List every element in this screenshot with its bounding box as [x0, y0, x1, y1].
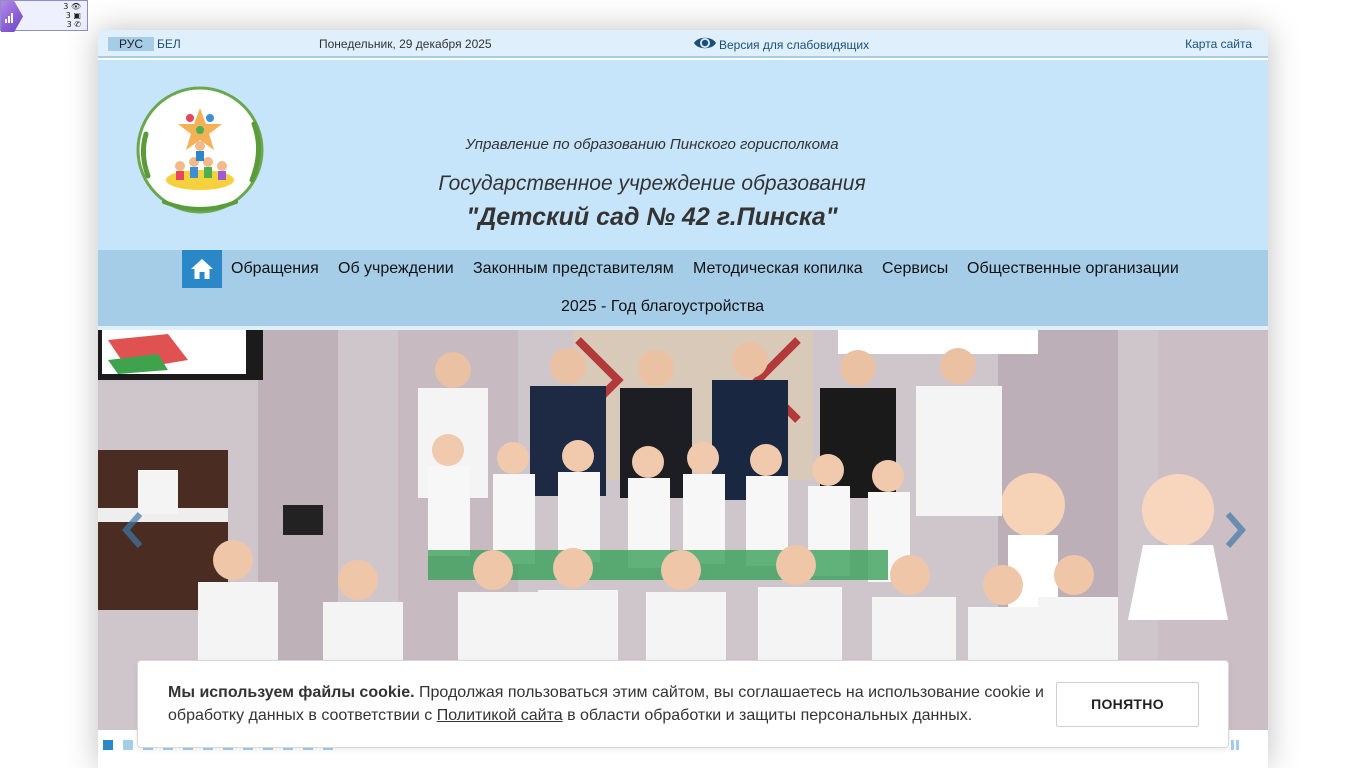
nav-item-services[interactable]: Сервисы [882, 250, 948, 288]
home-icon [191, 259, 213, 279]
slider-prev-arrow-icon[interactable] [118, 510, 148, 550]
current-date: Понедельник, 29 декабря 2025 [319, 37, 492, 51]
pause-icon[interactable] [1231, 740, 1241, 750]
bar-chart-icon [5, 13, 15, 23]
cookie-banner: Мы используем файлы cookie. Продолжая по… [137, 660, 1229, 748]
slider-next-arrow-icon[interactable] [1220, 510, 1250, 550]
slider-dot[interactable] [123, 740, 133, 750]
nav-item-year[interactable]: 2025 - Год благоустройства [561, 288, 764, 326]
sitemap-link[interactable]: Карта сайта [1185, 37, 1252, 51]
privacy-policy-link[interactable]: Политикой сайта [437, 707, 563, 724]
visitor-counter[interactable]: 3 👁 3 ▣ 3 ✆ [0, 0, 88, 32]
nav-item-public-orgs[interactable]: Общественные организации [967, 250, 1179, 288]
nav-item-about[interactable]: Об учреждении [338, 250, 454, 288]
home-button[interactable] [182, 250, 222, 288]
counter-row: 3 ▣ [65, 11, 81, 20]
nav-item-methodical[interactable]: Методическая копилка [693, 250, 863, 288]
cookie-text-part2: в области обработки и защиты персональны… [562, 707, 973, 724]
institution-type: Государственное учреждение образования [438, 172, 866, 195]
lang-be-link[interactable]: БЕЛ [157, 37, 181, 51]
low-vision-link[interactable]: Версия для слабовидящих [719, 38, 869, 52]
page-container: РУС БЕЛ Понедельник, 29 декабря 2025 Вер… [98, 30, 1268, 768]
cookie-accept-button[interactable]: ПОНЯТНО [1056, 682, 1199, 727]
top-bar: РУС БЕЛ Понедельник, 29 декабря 2025 Вер… [98, 30, 1268, 58]
counter-values: 3 👁 3 ▣ 3 ✆ [63, 2, 81, 29]
lang-ru-link[interactable]: РУС [108, 37, 154, 51]
site-header: Управление по образованию Пинского горис… [98, 60, 1268, 250]
authority-name: Управление по образованию Пинского горис… [465, 136, 839, 153]
eye-icon[interactable] [693, 34, 717, 52]
cookie-title: Мы используем файлы cookie. [168, 684, 415, 701]
site-title: "Детский сад № 42 г.Пинска" [466, 203, 838, 231]
slider-dot[interactable] [103, 740, 113, 750]
nav-item-parents[interactable]: Законным представителям [473, 250, 674, 288]
counter-row: 3 👁 [63, 2, 81, 11]
nav-item-appeals[interactable]: Обращения [231, 250, 319, 288]
main-nav: Обращения Об учреждении Законным предста… [98, 250, 1268, 328]
cookie-message: Мы используем файлы cookie. Продолжая по… [168, 681, 1048, 727]
counter-row: 3 ✆ [66, 20, 81, 29]
